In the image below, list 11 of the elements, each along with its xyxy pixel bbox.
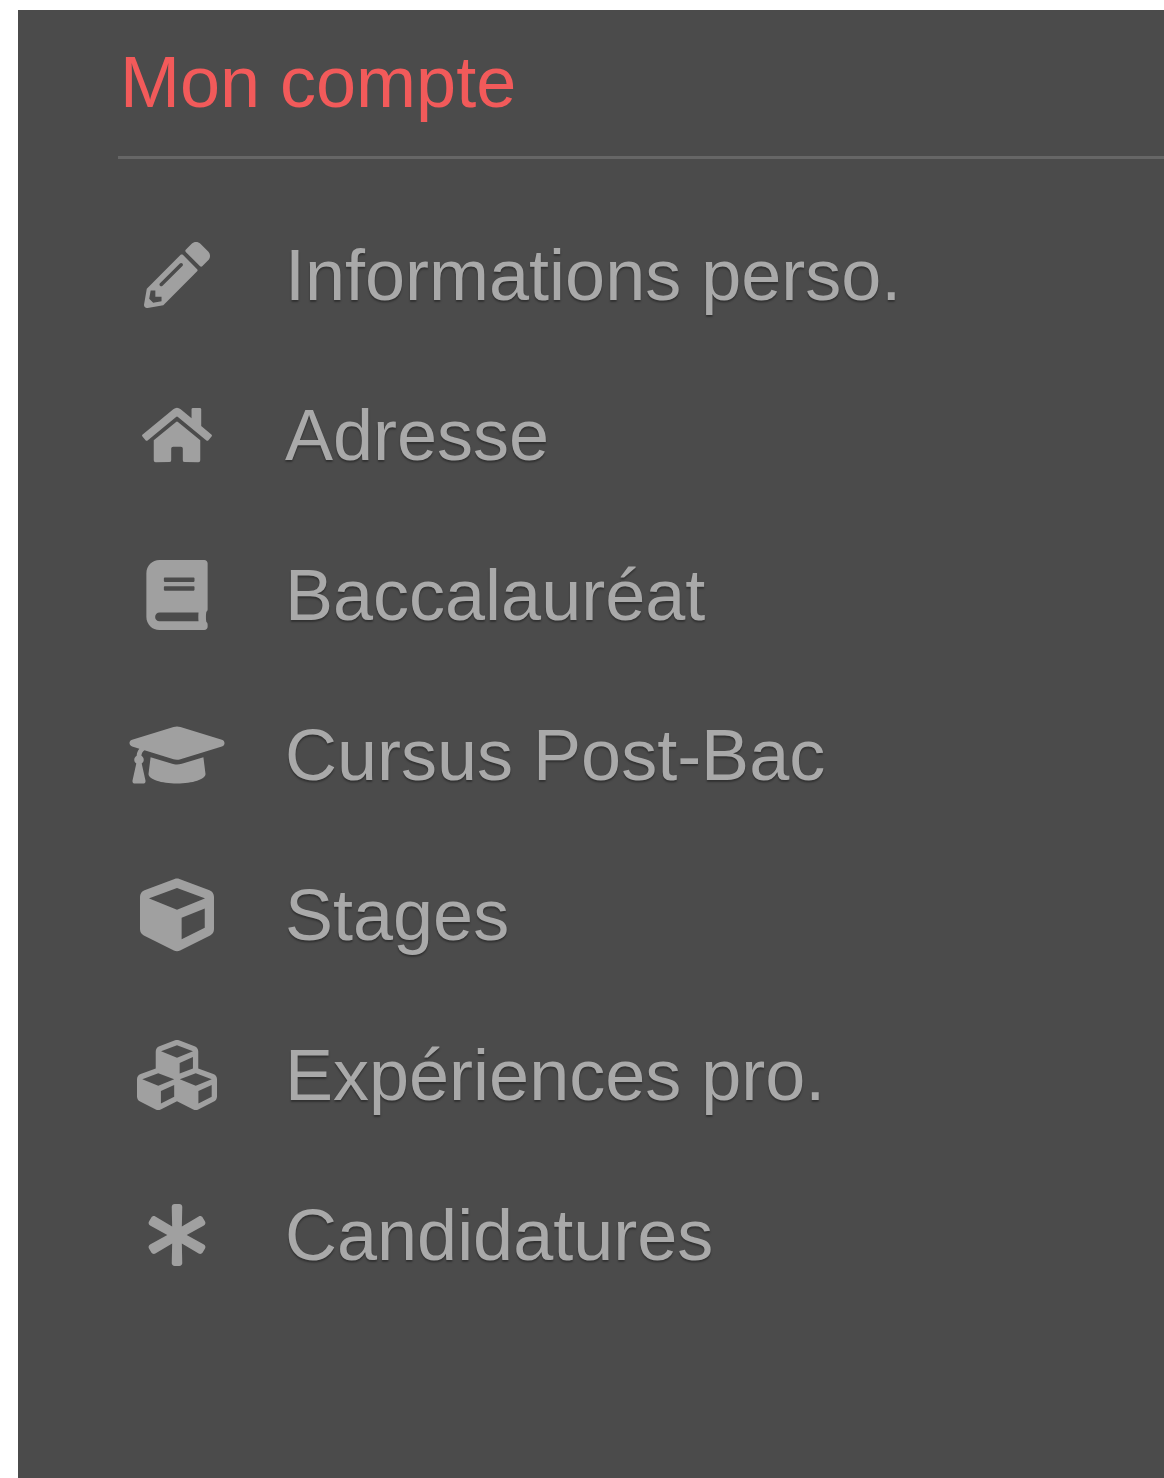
menu-item[interactable]: Baccalauréat [118, 555, 1164, 635]
book-icon [143, 560, 210, 630]
menu-item[interactable]: Adresse [118, 395, 1164, 475]
menu-item[interactable]: Expériences pro. [118, 1035, 1164, 1115]
cube-icon [139, 878, 214, 952]
pencil-icon [143, 242, 210, 308]
menu-item[interactable]: Cursus Post-Bac [118, 715, 1164, 795]
menu-item[interactable]: Candidatures [118, 1195, 1164, 1275]
menu-item[interactable]: Informations perso. [118, 235, 1164, 315]
menu-title: Mon compte [119, 41, 518, 124]
menu-item[interactable]: Stages [118, 875, 1164, 955]
